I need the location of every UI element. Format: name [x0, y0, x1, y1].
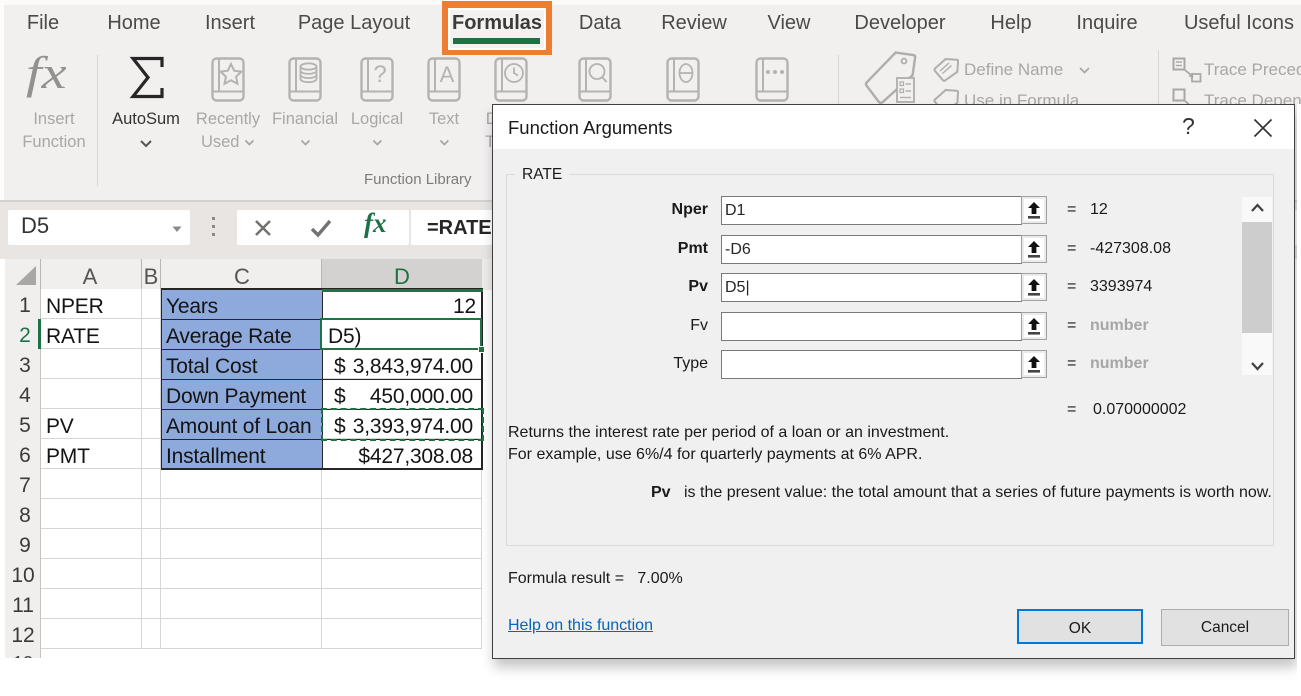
svg-text:?: ? [373, 61, 386, 88]
svg-text:A: A [440, 62, 455, 87]
